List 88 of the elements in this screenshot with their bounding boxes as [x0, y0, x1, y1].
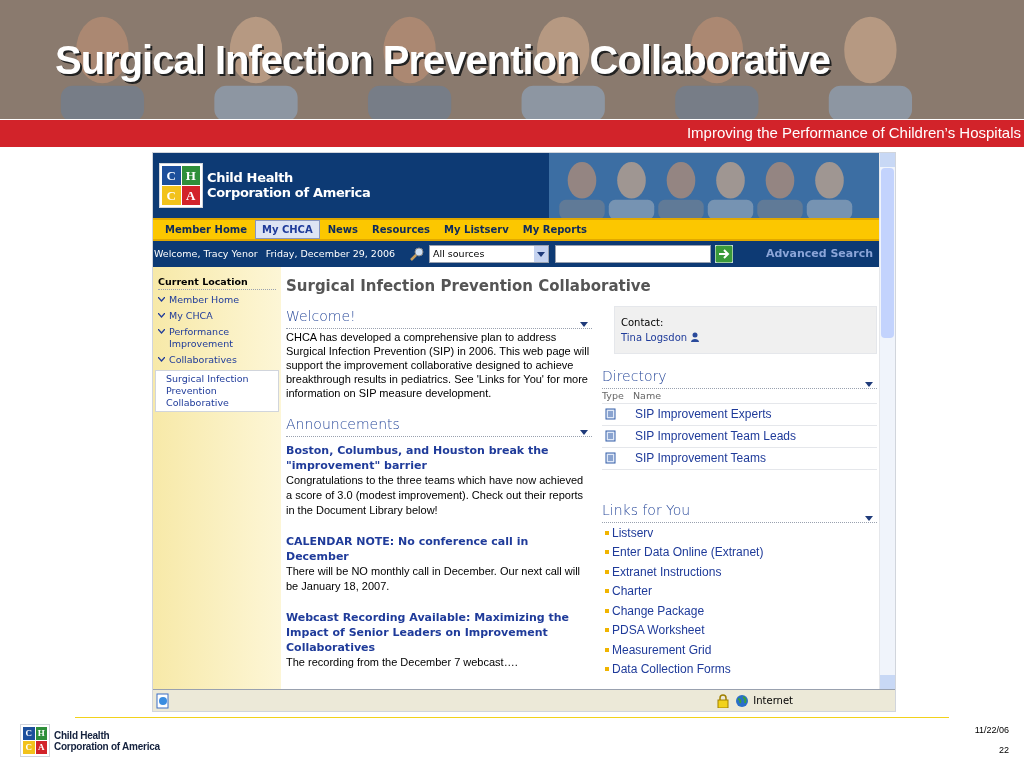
welcome-paragraph: CHCA has developed a comprehensive plan to address Surgical Infection Prevention (SIP) in 2006. This web page will support the improvement collaborative designed to achieve breakthrough results in pediatrics. See 'Links for You' for more information on SIP measure development.	[286, 329, 591, 400]
nav-tab[interactable]: My Reports	[516, 221, 593, 238]
announcement-headline[interactable]: Boston, Columbus, and Houston break the "improvement" barrier	[286, 442, 592, 473]
logo-letter: A	[181, 186, 200, 205]
directory-link[interactable]: SIP Improvement Experts	[635, 405, 772, 424]
sidebar-item[interactable]: My CHCA	[158, 310, 276, 323]
sidebar-item[interactable]: Collaboratives	[158, 354, 276, 367]
announcement-text: Congratulations to the three teams which have now achieved a score of 3.0 (modest improvement). Check out their reports in the Document Library below!	[286, 472, 585, 518]
resource-link[interactable]: Change Package	[612, 601, 705, 620]
advanced-search-link[interactable]: Advanced Search	[765, 245, 873, 263]
dropdown-arrow-icon[interactable]	[537, 251, 546, 257]
section-title: Links for You	[602, 500, 691, 520]
resource-link[interactable]: Charter	[612, 582, 652, 600]
announcement-headline[interactable]: CALENDAR NOTE: No conference call in December	[286, 533, 592, 564]
bullet-icon	[605, 628, 609, 632]
logo-letter: H	[35, 727, 47, 740]
announcement-headline[interactable]: Webcast Recording Available: Maximizing the Impact of Senior Leaders on Improvement Collaboratives	[286, 609, 592, 655]
search-icon	[409, 246, 426, 262]
logo-text: Corporation of America	[207, 185, 371, 200]
contact-link[interactable]: Tina Logsdon	[621, 329, 688, 345]
logo-text: Child Health	[207, 171, 295, 186]
logo-letter: A	[35, 741, 47, 754]
bullet-icon	[605, 550, 609, 554]
nav-tab[interactable]: My CHCA	[254, 220, 320, 239]
section-title: Directory	[602, 366, 667, 386]
dropdown-arrow-icon[interactable]	[865, 515, 873, 521]
announcement-text: There will be NO monthly call in December. Our next call will be January 18, 2007.	[286, 563, 582, 594]
logo-letter: H	[181, 166, 200, 185]
sidebar-item[interactable]: Performance Improvement	[158, 326, 276, 351]
dropdown-arrow-icon[interactable]	[865, 381, 873, 387]
directory-link[interactable]: SIP Improvement Teams	[635, 449, 766, 468]
slide-subtitle: Improving the Performance of Children’s Hospitals	[686, 123, 1021, 144]
bullet-icon	[605, 530, 609, 535]
slide-number: 22	[999, 743, 1009, 757]
column-header: Type	[602, 388, 625, 403]
resource-link[interactable]: Extranet Instructions	[612, 562, 722, 581]
bullet-icon	[605, 647, 609, 652]
bullet-icon	[605, 608, 609, 613]
globe-icon	[735, 693, 750, 708]
document-icon	[605, 452, 617, 465]
slide-date: 11/22/06	[974, 724, 1009, 737]
dropdown-arrow-icon[interactable]	[580, 429, 588, 435]
dropdown-arrow-icon[interactable]	[580, 321, 588, 327]
document-icon	[605, 430, 617, 443]
chevron-icon	[158, 313, 165, 319]
person-icon	[691, 332, 700, 342]
sidebar-item[interactable]: Member Home	[158, 294, 276, 307]
bullet-icon	[605, 589, 609, 593]
chevron-icon	[158, 357, 165, 363]
announcement-text: The recording from the December 7 webcast….	[286, 654, 519, 670]
nav-tab[interactable]: Member Home	[159, 221, 253, 238]
lock-icon	[717, 693, 730, 708]
scrollbar[interactable]	[879, 153, 895, 689]
bullet-icon	[605, 667, 609, 671]
section-title: Welcome!	[286, 306, 356, 326]
page-icon	[155, 692, 171, 709]
logo-letter: C	[162, 166, 181, 185]
search-field[interactable]	[555, 245, 712, 263]
nav-tab[interactable]: My Listserv	[438, 221, 515, 238]
logo-text: Child Health	[54, 729, 111, 741]
directory-link[interactable]: SIP Improvement Team Leads	[635, 427, 796, 446]
date-text: Friday, December 29, 2006	[265, 246, 396, 261]
logo-letter: C	[162, 186, 181, 205]
go-arrow-icon[interactable]	[715, 245, 734, 263]
page-title: Surgical Infection Prevention Collaborative	[286, 276, 652, 297]
zone-label: Internet	[753, 694, 793, 708]
nav-tab[interactable]: Resources	[366, 221, 437, 238]
bullet-icon	[605, 569, 609, 574]
contact-label: Contact:	[621, 315, 665, 330]
sidebar-heading: Current Location	[158, 275, 276, 291]
source-select[interactable]: All sources	[429, 245, 550, 263]
logo-text: Corporation of America	[54, 740, 160, 752]
resource-link[interactable]: Listserv	[612, 523, 654, 542]
resource-link[interactable]: PDSA Worksheet	[612, 621, 705, 639]
column-header: Name	[633, 388, 662, 403]
section-title: Announcements	[286, 414, 400, 434]
logo-letter: C	[23, 727, 35, 740]
logo-letter: C	[23, 741, 35, 754]
chevron-icon	[158, 297, 165, 303]
nav-tab[interactable]: News	[321, 221, 365, 238]
resource-link[interactable]: Data Collection Forms	[612, 660, 731, 678]
chevron-icon	[158, 329, 165, 335]
document-icon	[605, 408, 617, 421]
slide-title: Surgical Infection Prevention Collaborative	[55, 36, 830, 84]
resource-link[interactable]: Measurement Grid	[612, 640, 712, 659]
welcome-text: Welcome, Tracy Yenor	[154, 246, 258, 261]
resource-link[interactable]: Enter Data Online (Extranet)	[612, 543, 764, 561]
sidebar-item[interactable]: Surgical Infection Prevention Collaborative	[155, 370, 279, 413]
